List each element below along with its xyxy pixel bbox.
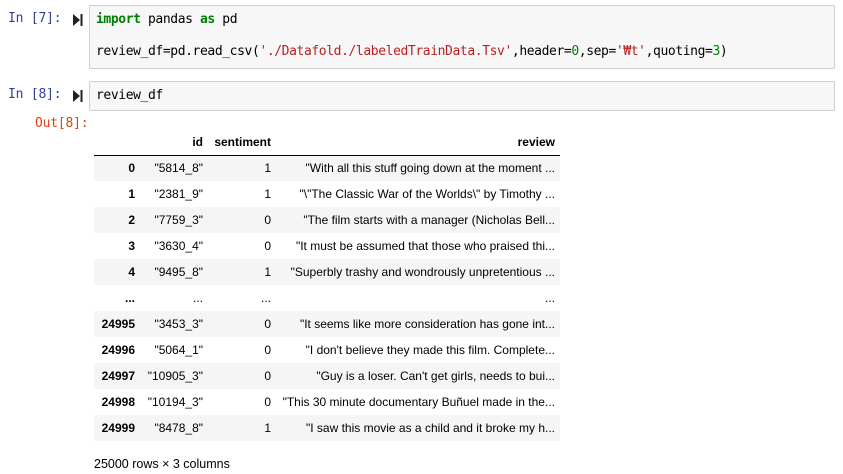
cell-sentiment: 1 (264, 161, 271, 176)
cell-sentiment: 0 (264, 343, 271, 357)
code-text: review_df=pd.read_csv( (96, 44, 260, 59)
table-row: 1 "2381_9" 1 "\"The Classic War of the W… (94, 181, 560, 207)
cell-review: "With all this stuff going down at the m… (305, 161, 556, 176)
code-line-read-csv: review_df=pd.read_csv('./Datafold./label… (96, 44, 728, 59)
code-text: pd (214, 12, 238, 27)
column-header-id: id (140, 129, 208, 156)
column-header-index (94, 129, 140, 156)
cell-id: "10905_3" (147, 369, 203, 383)
row-index: 24999 (101, 421, 135, 435)
code-text: ,header= (511, 44, 572, 59)
table-row: 24997 "10905_3" 0 "Guy is a loser. Can't… (94, 363, 560, 389)
cell-review: "I don't believe they made this film. Co… (305, 343, 555, 357)
string-path: './Datafold./labeledTrainData.Tsv' (259, 44, 512, 59)
code-line-review-df: review_df (96, 88, 163, 103)
cell-id: "5814_8" (154, 161, 203, 176)
table-row-ellipsis: ... ... ... ... (94, 285, 560, 311)
cell-review: "Superbly trashy and wondrously unpreten… (290, 265, 555, 279)
cell-review: "This 30 minute documentary Buñuel made … (282, 395, 555, 409)
cell-id: "10194_3" (147, 395, 203, 409)
code-text: ) (719, 44, 728, 59)
cell-id: "9495_8" (154, 265, 203, 279)
cell-id: "3453_3" (154, 317, 203, 331)
row-index: 24998 (101, 395, 135, 409)
cell-review: "It seems like more consideration has go… (299, 317, 555, 331)
code-cell-8[interactable]: review_df (89, 81, 835, 111)
column-header-sentiment: sentiment (208, 129, 276, 156)
run-cell-icon[interactable] (73, 14, 83, 26)
keyword-as: as (199, 12, 215, 27)
cell-id: "2381_9" (154, 187, 203, 201)
cell-sentiment: 1 (264, 187, 271, 201)
table-row: 24998 "10194_3" 0 "This 30 minute docume… (94, 389, 560, 415)
in-prompt-7: In [7]: (8, 11, 62, 26)
cell-review: ... (544, 291, 555, 305)
cell-review: "Guy is a loser. Can't get girls, needs … (316, 369, 555, 383)
row-index: 2 (128, 213, 135, 227)
row-index: 3 (128, 239, 135, 253)
cell-sentiment: 0 (264, 317, 271, 331)
cell-id: ... (192, 291, 203, 305)
table-row: 4 "9495_8" 1 "Superbly trashy and wondro… (94, 259, 560, 285)
in-prompt-8: In [8]: (8, 87, 62, 102)
cell-id: "3630_4" (154, 239, 203, 253)
row-index: 4 (128, 265, 135, 279)
number-header: 0 (571, 44, 579, 59)
cell-sentiment: 0 (264, 239, 271, 253)
cell-id: "7759_3" (154, 213, 203, 227)
table-row: 24995 "3453_3" 0 "It seems like more con… (94, 311, 560, 337)
code-text: pandas (140, 12, 200, 27)
dataframe-table: id sentiment review 0 "5814_8" 1 "With a… (94, 129, 560, 441)
table-row: 24996 "5064_1" 0 "I don't believe they m… (94, 337, 560, 363)
cell-review: "The film starts with a manager (Nichola… (303, 213, 555, 227)
table-row: 0 "5814_8" 1 "With all this stuff going … (94, 155, 560, 181)
cell-review: "It must be assumed that those who prais… (295, 239, 555, 253)
cell-sentiment: 0 (264, 213, 271, 227)
cell-id: "5064_1" (154, 343, 203, 357)
out-prompt-8: Out[8]: (35, 116, 89, 131)
string-sep: '₩t' (615, 44, 646, 59)
row-index: 0 (128, 161, 135, 176)
cell-review: "\"The Classic War of the Worlds\" by Ti… (299, 187, 555, 201)
code-text: ,sep= (578, 44, 617, 59)
table-row: 24999 "8478_8" 1 "I saw this movie as a … (94, 415, 560, 441)
row-index: 24996 (101, 343, 135, 357)
dataframe-shape-caption: 25000 rows × 3 columns (94, 457, 230, 471)
code-cell-7[interactable]: import pandas as pd review_df=pd.read_cs… (89, 5, 835, 69)
cell-sentiment: 1 (264, 265, 271, 279)
cell-review: "I saw this movie as a child and it brok… (305, 421, 555, 435)
cell-sentiment: ... (260, 291, 271, 305)
row-index: 24995 (101, 317, 135, 331)
row-index: 1 (128, 187, 135, 201)
cell-id: "8478_8" (154, 421, 203, 435)
code-line-import: import pandas as pd (96, 12, 238, 27)
cell-sentiment: 0 (264, 369, 271, 383)
cell-sentiment: 1 (264, 421, 271, 435)
code-text: ,quoting= (645, 44, 713, 59)
table-header-row: id sentiment review (94, 129, 560, 156)
row-index: 24997 (101, 369, 135, 383)
keyword-import: import (96, 12, 141, 27)
table-row: 3 "3630_4" 0 "It must be assumed that th… (94, 233, 560, 259)
row-index: ... (124, 291, 135, 305)
number-quoting: 3 (712, 44, 720, 59)
column-header-review: review (276, 129, 560, 156)
cell-sentiment: 0 (264, 395, 271, 409)
run-cell-icon[interactable] (73, 90, 83, 102)
table-row: 2 "7759_3" 0 "The film starts with a man… (94, 207, 560, 233)
